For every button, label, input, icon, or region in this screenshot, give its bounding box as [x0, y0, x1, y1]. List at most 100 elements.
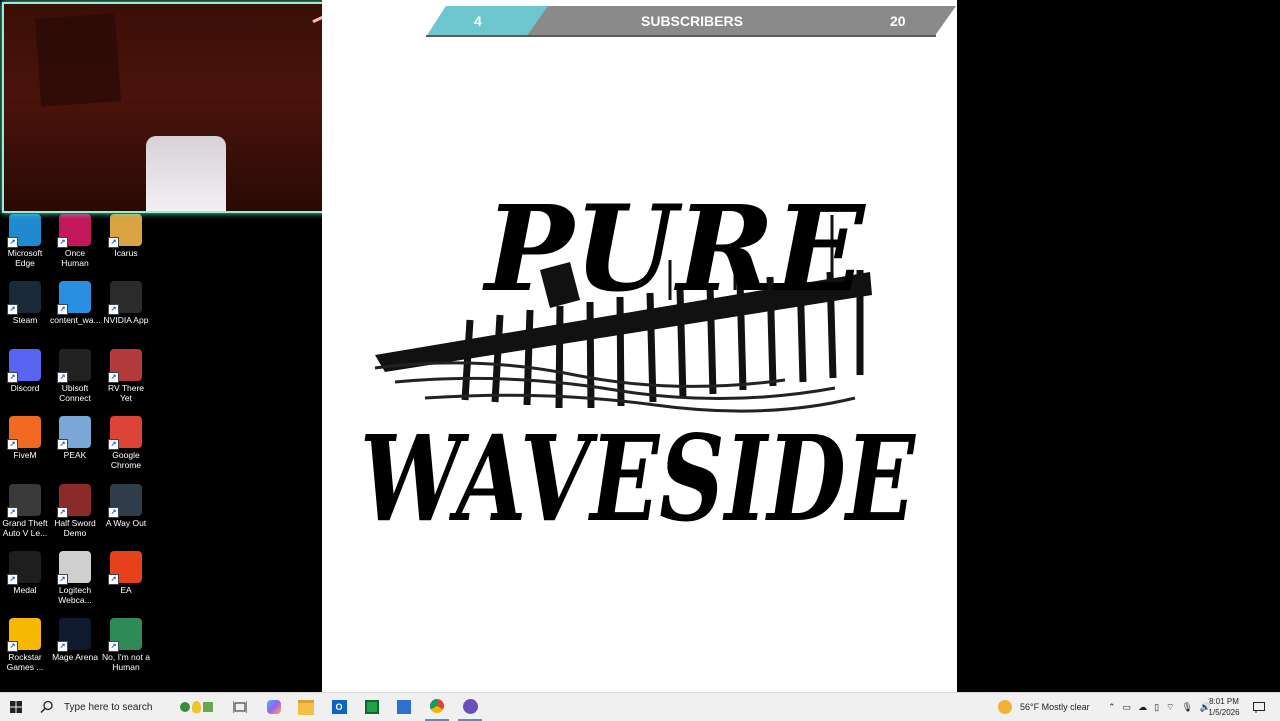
- desktop-icon-content-wallpaper[interactable]: ↗ content_wa...: [50, 279, 101, 345]
- shortcut-arrow-icon: ↗: [57, 237, 68, 248]
- network-icon[interactable]: ▭: [1123, 702, 1132, 713]
- clock-time: 8:01 PM: [1209, 697, 1239, 706]
- desktop-icon-discord[interactable]: ↗ Discord: [0, 347, 50, 413]
- discord-icon: ↗: [7, 348, 41, 383]
- shortcut-arrow-icon: ↗: [108, 439, 119, 451]
- shortcut-arrow-icon: ↗: [7, 439, 18, 451]
- subscriber-label: SUBSCRIBERS: [641, 13, 743, 29]
- desktop-icon-half-sword[interactable]: ↗ Half Sword Demo: [50, 482, 100, 548]
- system-tray: ⌃ ▭ ☁ ▯ ⌔ 🎙 🔊: [1108, 693, 1211, 721]
- subscriber-goal-count: 20: [890, 13, 906, 29]
- taskbar-store-app[interactable]: [360, 693, 384, 721]
- weather-text: 56°F Mostly clear: [1020, 702, 1090, 712]
- copilot-icon: [267, 700, 281, 714]
- desktop-icon-mage-arena[interactable]: ↗ Mage Arena: [50, 616, 100, 682]
- desktop-icon-label: A Way Out: [105, 517, 147, 528]
- subscriber-current-count: 4: [474, 13, 482, 29]
- weather-widget[interactable]: 56°F Mostly clear: [998, 693, 1090, 721]
- obs-icon: [462, 698, 478, 714]
- shortcut-arrow-icon: ↗: [7, 237, 18, 248]
- desktop-icon-ubisoft[interactable]: ↗ Ubisoft Connect: [50, 347, 100, 413]
- task-view-icon: [233, 701, 247, 713]
- desktop-icon-rv-there-yet[interactable]: ↗ RV There Yet: [101, 347, 151, 413]
- taskbar-copilot[interactable]: [262, 693, 286, 721]
- desktop-icon-label: Icarus: [114, 248, 138, 258]
- icarus-icon: ↗: [108, 214, 142, 248]
- a-way-out-icon: ↗: [108, 483, 142, 518]
- desktop-icon-medal[interactable]: ↗ Medal: [0, 549, 50, 615]
- desktop-icon-logitech-webcam[interactable]: ↗ Logitech Webca...: [50, 549, 100, 615]
- notification-icon: [1253, 701, 1265, 713]
- logo-word-pure: PURE: [482, 179, 867, 318]
- desktop-icon-label: EA: [120, 585, 132, 595]
- taskbar-obs[interactable]: [458, 693, 482, 721]
- taskbar-chrome[interactable]: [425, 693, 449, 721]
- taskbar-search-box[interactable]: Type here to search: [32, 693, 170, 721]
- shortcut-arrow-icon: ↗: [57, 574, 68, 585]
- desktop-icon-rockstar[interactable]: ↗ Rockstar Games ...: [0, 616, 50, 682]
- desktop-icon-fivem[interactable]: ↗ FiveM: [0, 414, 50, 480]
- desktop-icon-a-way-out[interactable]: ↗ A Way Out: [101, 482, 151, 548]
- gta-v-icon: ↗: [7, 483, 41, 518]
- pure-waveside-logo: PURE WAVESIDE: [360, 179, 917, 545]
- desktop-icon-icarus[interactable]: ↗ Icarus: [101, 212, 151, 278]
- edge-icon: ↗: [7, 214, 41, 248]
- desktop-icon-peak[interactable]: ↗ PEAK: [50, 414, 100, 480]
- peak-icon: ↗: [57, 416, 91, 451]
- rockstar-icon: ↗: [7, 618, 41, 653]
- taskbar-microsoft-store[interactable]: [392, 693, 416, 721]
- content-wallpaper-icon: ↗: [57, 281, 91, 316]
- desktop-icon-steam[interactable]: ↗ Steam: [0, 279, 50, 345]
- taskbar-clock[interactable]: 8:01 PM 1/5/2026: [1200, 696, 1248, 718]
- desktop-icon-chrome[interactable]: ↗ Google Chrome: [101, 414, 151, 480]
- desktop-icon-ea[interactable]: ↗ EA: [101, 549, 151, 615]
- windows-icon: [10, 701, 22, 713]
- store-app-icon: [365, 700, 379, 714]
- desktop-icon-label: Google Chrome: [110, 450, 142, 471]
- taskbar-file-explorer[interactable]: [294, 693, 318, 721]
- task-view-button[interactable]: [228, 693, 252, 721]
- search-highlights[interactable]: [172, 693, 220, 721]
- mage-arena-icon: ↗: [57, 618, 91, 653]
- goal-bar-underline: [426, 35, 936, 37]
- desktop-icon-once-human[interactable]: ↗ Once Human: [50, 212, 100, 278]
- desktop-icon-label: Ubisoft Connect: [59, 382, 91, 403]
- taskbar: Type here to search O 56°F Mostly clear …: [0, 692, 1280, 721]
- start-button[interactable]: [6, 693, 26, 721]
- shortcut-arrow-icon: ↗: [7, 371, 18, 383]
- desktop-icon-label: No, I'm not a Human: [102, 652, 150, 673]
- desktop-icon-label: PEAK: [63, 450, 87, 461]
- display-icon[interactable]: ▯: [1154, 702, 1159, 713]
- shortcut-arrow-icon: ↗: [57, 506, 68, 518]
- subscriber-goal-bar: 4 SUBSCRIBERS 20: [426, 6, 956, 37]
- chevron-up-icon[interactable]: ⌃: [1108, 702, 1116, 713]
- microsoft-store-icon: [397, 700, 411, 714]
- desktop-icon-label: Mage Arena: [52, 652, 98, 663]
- microphone-icon[interactable]: 🎙: [1181, 702, 1192, 713]
- desktop-icon-label: Discord: [10, 382, 40, 393]
- desktop-icon-edge[interactable]: ↗ Microsoft Edge: [0, 212, 50, 278]
- shortcut-arrow-icon: ↗: [108, 304, 119, 316]
- half-sword-icon: ↗: [57, 483, 91, 518]
- desktop-icon-gta-v[interactable]: ↗ Grand Theft Auto V Le...: [0, 482, 50, 548]
- desktop-icon-label: Logitech Webca...: [58, 585, 92, 605]
- shortcut-arrow-icon: ↗: [57, 439, 68, 451]
- leaf-icon: [202, 702, 213, 712]
- shortcut-arrow-icon: ↗: [7, 304, 18, 316]
- rv-there-yet-icon: ↗: [108, 348, 142, 383]
- desktop-icon-label: Half Sword Demo: [54, 517, 96, 538]
- chrome-icon: ↗: [108, 416, 142, 451]
- desktop-icon-nvidia[interactable]: ↗ NVIDIA App: [101, 279, 151, 345]
- logo-word-waveside: WAVESIDE: [360, 409, 917, 545]
- globe-icon: [179, 702, 190, 712]
- desktop-icon-label: Medal: [13, 585, 37, 595]
- no-im-not-human-icon: ↗: [108, 618, 142, 653]
- desktop-icon-no-im-not-human[interactable]: ↗ No, I'm not a Human: [101, 616, 151, 682]
- steam-icon: ↗: [7, 281, 41, 316]
- fivem-icon: ↗: [7, 416, 41, 451]
- taskbar-outlook[interactable]: O: [327, 693, 351, 721]
- notifications-button[interactable]: [1250, 693, 1268, 721]
- wifi-icon[interactable]: ⌔: [1166, 702, 1174, 713]
- cloud-icon[interactable]: ☁: [1138, 702, 1147, 713]
- desktop-icon-label: Grand Theft Auto V Le...: [2, 517, 48, 538]
